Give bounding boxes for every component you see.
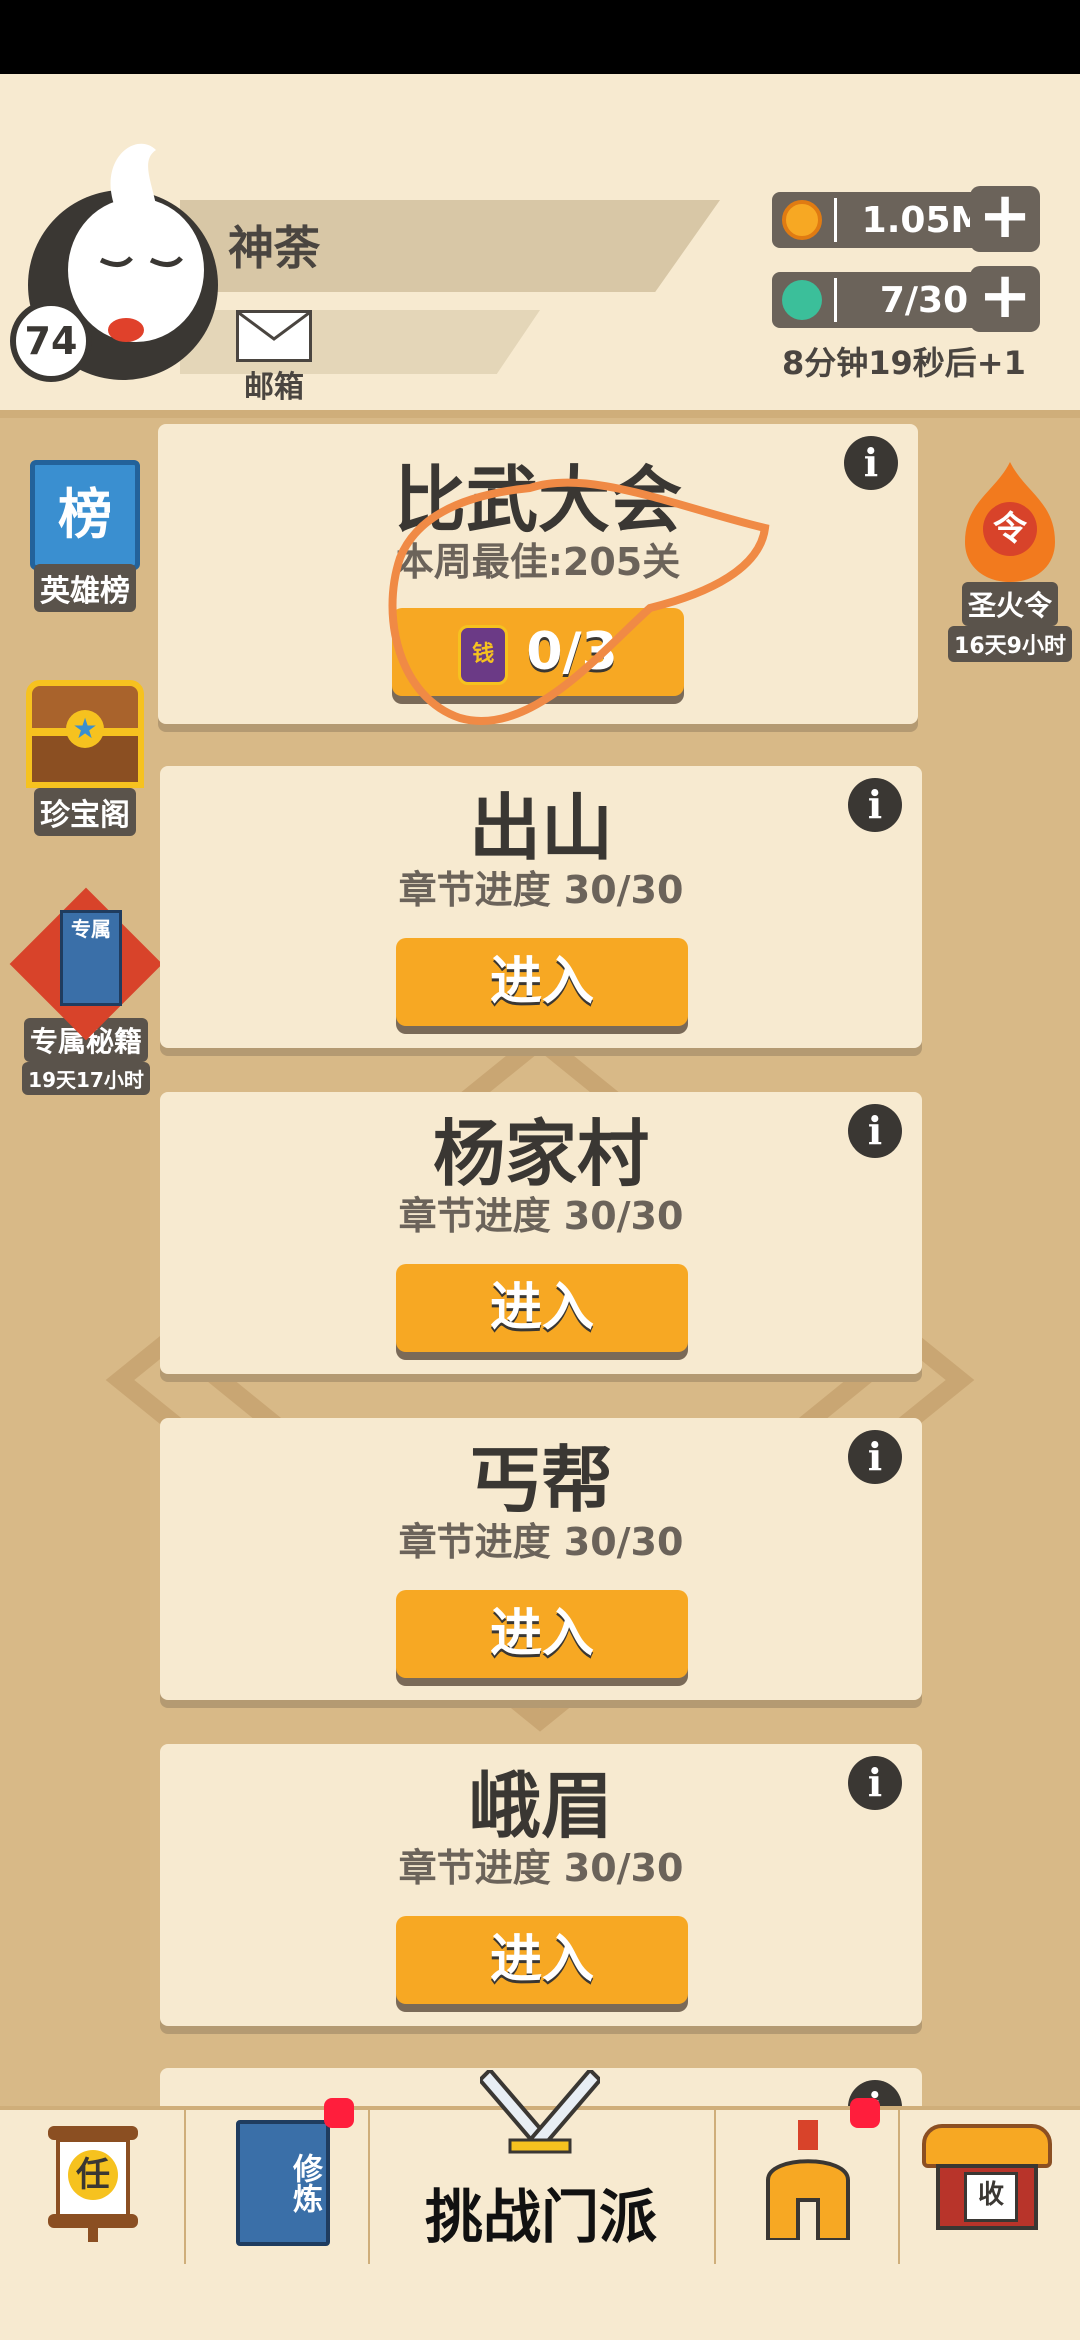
hand-drawn-circle-annotation	[388, 478, 770, 725]
hero-ranking-label: 英雄榜	[34, 564, 136, 612]
chapter-card: i 出山 章节进度 30/30 进入	[160, 766, 922, 1048]
nav-challenge-sect[interactable]: 挑战门派	[368, 2070, 716, 2264]
chapter-title: 杨家村	[432, 1112, 649, 1196]
chapter-progress: 章节进度 30/30	[398, 1520, 684, 1564]
chapter-title: 丐帮	[468, 1438, 613, 1522]
chapter-info-icon[interactable]: i	[848, 1756, 902, 1810]
chapter-card: i 丐帮 章节进度 30/30 进入	[160, 1418, 922, 1700]
ranking-icon: 榜	[30, 460, 140, 570]
chapter-progress: 章节进度 30/30	[398, 1194, 684, 1238]
holy-fire-token-label: 圣火令	[961, 582, 1058, 626]
player-name: 神荼	[228, 221, 320, 275]
treasure-pavilion-label: 珍宝阁	[34, 788, 136, 836]
cultivate-book-icon: 修炼	[236, 2120, 330, 2246]
nav-equipment[interactable]	[714, 2098, 900, 2264]
chapter-card: i 杨家村 章节进度 30/30 进入	[160, 1092, 922, 1374]
task-scroll-icon: 任	[48, 2126, 138, 2242]
add-coins-button[interactable]: +	[970, 184, 1040, 252]
enter-button[interactable]: 进入	[396, 938, 688, 1026]
chapter-info-icon[interactable]: i	[848, 1104, 902, 1158]
nav-cultivate[interactable]: 修炼	[184, 2098, 370, 2264]
holy-fire-token-timer: 16天9小时	[948, 626, 1072, 662]
treasure-chest-icon: ★	[26, 680, 144, 788]
chapter-progress: 章节进度 30/30	[398, 1846, 684, 1890]
flame-token-icon: 令	[955, 462, 1065, 582]
exclusive-manual-button[interactable]: 专属 专属秘籍 19天17小时	[9, 887, 163, 1095]
enter-button[interactable]: 进入	[396, 1916, 688, 2004]
mailbox-label: 邮箱	[244, 370, 304, 405]
chapter-progress: 章节进度 30/30	[398, 868, 684, 912]
energy-timer: 8分钟19秒后+1	[782, 344, 1026, 382]
bottom-nav: 任 修炼 挑战门派 收	[0, 2070, 1080, 2264]
nav-tasks[interactable]: 任	[0, 2110, 186, 2264]
arena-info-icon[interactable]: i	[844, 436, 898, 490]
crossed-swords-icon	[480, 2070, 600, 2154]
energy-drop-icon	[782, 280, 822, 320]
mailbox-button[interactable]: 邮箱	[236, 310, 312, 405]
system-nav-area	[0, 2264, 1080, 2340]
add-energy-button[interactable]: +	[970, 264, 1040, 332]
mail-banner	[180, 310, 540, 374]
exclusive-manual-timer: 19天17小时	[22, 1062, 150, 1095]
shop-building-icon: 收	[922, 2124, 1052, 2230]
notification-badge	[324, 2098, 354, 2128]
chapter-card: i 峨眉 章节进度 30/30 进入	[160, 1744, 922, 2026]
chapter-title: 出山	[468, 786, 613, 870]
status-bar	[0, 0, 1080, 74]
manual-book-icon: 专属	[9, 887, 163, 1041]
helmet-icon	[766, 2120, 850, 2240]
enter-button[interactable]: 进入	[396, 1264, 688, 1352]
nav-collect[interactable]: 收	[898, 2110, 1080, 2264]
hero-ranking-button[interactable]: 榜 英雄榜	[20, 460, 150, 612]
chapter-title: 峨眉	[468, 1764, 613, 1848]
player-level-badge: 74	[10, 300, 92, 382]
chapter-info-icon[interactable]: i	[848, 778, 902, 832]
coin-icon	[782, 200, 822, 240]
chapter-info-icon[interactable]: i	[848, 1430, 902, 1484]
enter-button[interactable]: 进入	[396, 1590, 688, 1678]
holy-fire-token-button[interactable]: 令 圣火令 16天9小时	[946, 462, 1074, 662]
treasure-pavilion-button[interactable]: ★ 珍宝阁	[20, 680, 150, 836]
envelope-icon	[236, 310, 312, 362]
notification-badge	[850, 2098, 880, 2128]
challenge-sect-label: 挑战门派	[424, 2183, 657, 2251]
